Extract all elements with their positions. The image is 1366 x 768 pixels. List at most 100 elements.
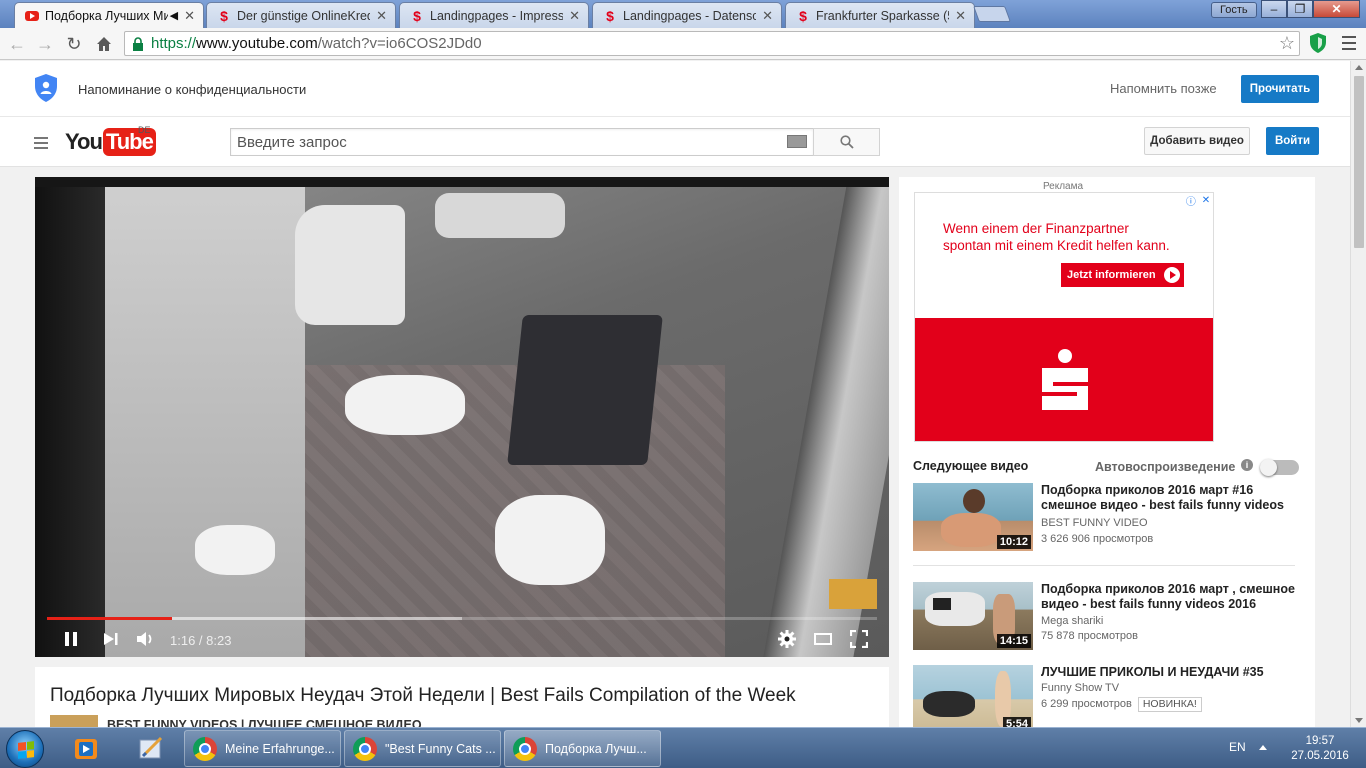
sparkasse-icon: $ xyxy=(606,7,614,24)
autoplay-toggle[interactable] xyxy=(1260,459,1299,476)
taskbar-chrome-window[interactable]: "Best Funny Cats ... xyxy=(344,730,501,767)
settings-button[interactable] xyxy=(776,627,798,651)
remind-later-link[interactable]: Напомнить позже xyxy=(1110,81,1217,96)
sparkasse-ad[interactable]: ⓘ ✕ Wenn einem der Finanzpartner spontan … xyxy=(914,192,1214,442)
theater-icon xyxy=(814,633,832,645)
tab-title: Landingpages - Impressum xyxy=(430,8,563,23)
autoplay-label: Автовоспроизведение xyxy=(1095,460,1236,474)
chrome-menu-icon[interactable] xyxy=(1342,34,1356,52)
new-tab-button[interactable] xyxy=(973,6,1011,22)
fullscreen-icon xyxy=(850,630,868,648)
start-button[interactable] xyxy=(6,730,44,768)
search-input[interactable]: Введите запрос xyxy=(230,128,814,156)
related-video-item[interactable]: 10:12 Подборка приколов 2016 март #16 см… xyxy=(913,483,1303,553)
info-icon[interactable]: i xyxy=(1241,459,1253,471)
channel-name[interactable]: BEST FUNNY VIDEOS | ЛУЧШЕЕ СМЕШНОЕ ВИДЕО xyxy=(107,718,422,727)
extension-shield-icon[interactable] xyxy=(1308,32,1328,54)
taskbar-chrome-window[interactable]: Подборка Лучш... xyxy=(504,730,661,767)
theater-mode-button[interactable] xyxy=(812,627,834,651)
keyboard-icon[interactable] xyxy=(787,135,807,148)
related-video-channel: BEST FUNNY VIDEO xyxy=(1041,517,1148,529)
sign-in-button[interactable]: Войти xyxy=(1266,127,1319,155)
ad-cta-button[interactable]: Jetzt informieren xyxy=(1061,263,1184,287)
windows-taskbar: Meine Erfahrunge... "Best Funny Cats ...… xyxy=(0,727,1366,768)
video-thumbnail[interactable]: 14:15 xyxy=(913,582,1033,650)
region-code: DE xyxy=(138,125,151,135)
lock-icon[interactable] xyxy=(131,36,145,51)
tab-frankfurter-sparkasse[interactable]: $ Frankfurter Sparkasse (500 ✕ xyxy=(785,2,975,28)
tab-title: Landingpages - Datenschu xyxy=(623,8,756,23)
video-player[interactable]: 1:16 / 8:23 xyxy=(35,177,889,657)
tab-close-icon[interactable]: ✕ xyxy=(184,8,195,24)
related-video-item[interactable]: 14:15 Подборка приколов 2016 март , смеш… xyxy=(913,582,1303,652)
pause-icon xyxy=(65,632,77,646)
tab-close-icon[interactable]: ✕ xyxy=(762,8,773,24)
close-window-button[interactable]: ✕ xyxy=(1313,0,1360,18)
progress-played xyxy=(47,617,173,620)
fullscreen-button[interactable] xyxy=(848,627,870,651)
channel-avatar[interactable] xyxy=(50,715,98,727)
video-frame xyxy=(105,185,889,657)
system-clock[interactable]: 19:57 27.05.2016 xyxy=(1285,734,1355,764)
scroll-down-icon[interactable] xyxy=(1355,718,1363,723)
privacy-reminder-banner: Напоминание о конфиденциальности Напомни… xyxy=(0,61,1350,117)
tab-close-icon[interactable]: ✕ xyxy=(569,8,580,24)
related-video-title[interactable]: ЛУЧШИЕ ПРИКОЛЫ И НЕУДАЧИ #35 xyxy=(1041,665,1303,680)
related-video-title[interactable]: Подборка приколов 2016 март #16 смешное … xyxy=(1041,483,1303,513)
tab-impressum[interactable]: $ Landingpages - Impressum ✕ xyxy=(399,2,589,28)
language-indicator[interactable]: EN xyxy=(1229,740,1246,754)
video-thumbnail[interactable]: 10:12 xyxy=(913,483,1033,551)
back-icon[interactable]: ← xyxy=(5,32,29,56)
ad-text-line1: Wenn einem der Finanzpartner xyxy=(943,221,1129,236)
arrow-right-icon xyxy=(1164,267,1180,283)
audio-playing-icon[interactable]: ◀︎ xyxy=(170,9,178,22)
scroll-up-icon[interactable] xyxy=(1355,65,1363,70)
youtube-logo[interactable]: You Tube DE xyxy=(65,125,156,157)
scrollbar-thumb[interactable] xyxy=(1354,76,1364,248)
video-title: Подборка Лучших Мировых Неудач Этой Неде… xyxy=(50,685,796,706)
taskbar-window-title: Meine Erfahrunge... xyxy=(225,741,335,756)
taskbar-chrome-window[interactable]: Meine Erfahrunge... xyxy=(184,730,341,767)
home-icon[interactable] xyxy=(92,32,116,56)
search-button[interactable] xyxy=(813,128,880,156)
related-video-title[interactable]: Подборка приколов 2016 март , смешное ви… xyxy=(1041,582,1303,612)
ad-choices-icon[interactable]: ⓘ ✕ xyxy=(1183,193,1213,208)
logo-you: You xyxy=(65,129,103,154)
reload-icon[interactable]: ↻ xyxy=(62,32,86,56)
ad-cta-label: Jetzt informieren xyxy=(1067,269,1156,281)
upload-button[interactable]: Добавить видео xyxy=(1144,127,1250,155)
bookmark-star-icon[interactable]: ☆ xyxy=(1279,33,1295,54)
up-next-divider xyxy=(913,565,1295,566)
paint-brush-icon[interactable] xyxy=(125,731,177,767)
show-hidden-icons-icon[interactable] xyxy=(1259,745,1267,750)
tab-close-icon[interactable]: ✕ xyxy=(376,8,387,24)
tab-close-icon[interactable]: ✕ xyxy=(955,8,966,24)
progress-bar[interactable] xyxy=(47,617,877,620)
minimize-button[interactable]: – xyxy=(1261,0,1287,18)
video-thumbnail[interactable]: 5:54 xyxy=(913,665,1033,727)
maximize-button[interactable]: ❐ xyxy=(1287,0,1313,18)
guest-profile-button[interactable]: Гость xyxy=(1211,2,1257,18)
forward-icon[interactable]: → xyxy=(33,32,57,56)
next-button[interactable] xyxy=(101,627,121,651)
pause-button[interactable] xyxy=(61,627,81,651)
tab-onlinekredit[interactable]: $ Der günstige OnlineKredit ✕ xyxy=(206,2,396,28)
volume-button[interactable] xyxy=(135,627,157,651)
taskbar-window-title: Подборка Лучш... xyxy=(545,741,647,756)
next-icon xyxy=(104,633,118,645)
tab-datenschutz[interactable]: $ Landingpages - Datenschu ✕ xyxy=(592,2,782,28)
related-video-item[interactable]: 5:54 ЛУЧШИЕ ПРИКОЛЫ И НЕУДАЧИ #35 Funny … xyxy=(913,665,1303,727)
tab-strip: Подборка Лучших Ми ◀︎ ✕ $ Der günstige O… xyxy=(0,0,1366,28)
guide-menu-icon[interactable] xyxy=(34,137,48,149)
page-scrollbar[interactable] xyxy=(1350,61,1366,727)
youtube-page: Напоминание о конфиденциальности Напомни… xyxy=(0,61,1350,727)
media-player-icon[interactable] xyxy=(60,731,112,767)
video-duration: 14:15 xyxy=(996,634,1031,648)
browser-toolbar: ← → ↻ https://www.youtube.com/watch?v=io… xyxy=(0,28,1366,60)
tab-title: Der günstige OnlineKredit xyxy=(237,8,371,23)
tab-youtube[interactable]: Подборка Лучших Ми ◀︎ ✕ xyxy=(14,2,204,28)
video-duration: 5:54 xyxy=(1002,717,1031,727)
end-card-thumbnail[interactable] xyxy=(829,579,877,609)
address-bar[interactable]: https://www.youtube.com/watch?v=io6COS2J… xyxy=(124,31,1300,56)
read-button[interactable]: Прочитать xyxy=(1241,75,1319,103)
